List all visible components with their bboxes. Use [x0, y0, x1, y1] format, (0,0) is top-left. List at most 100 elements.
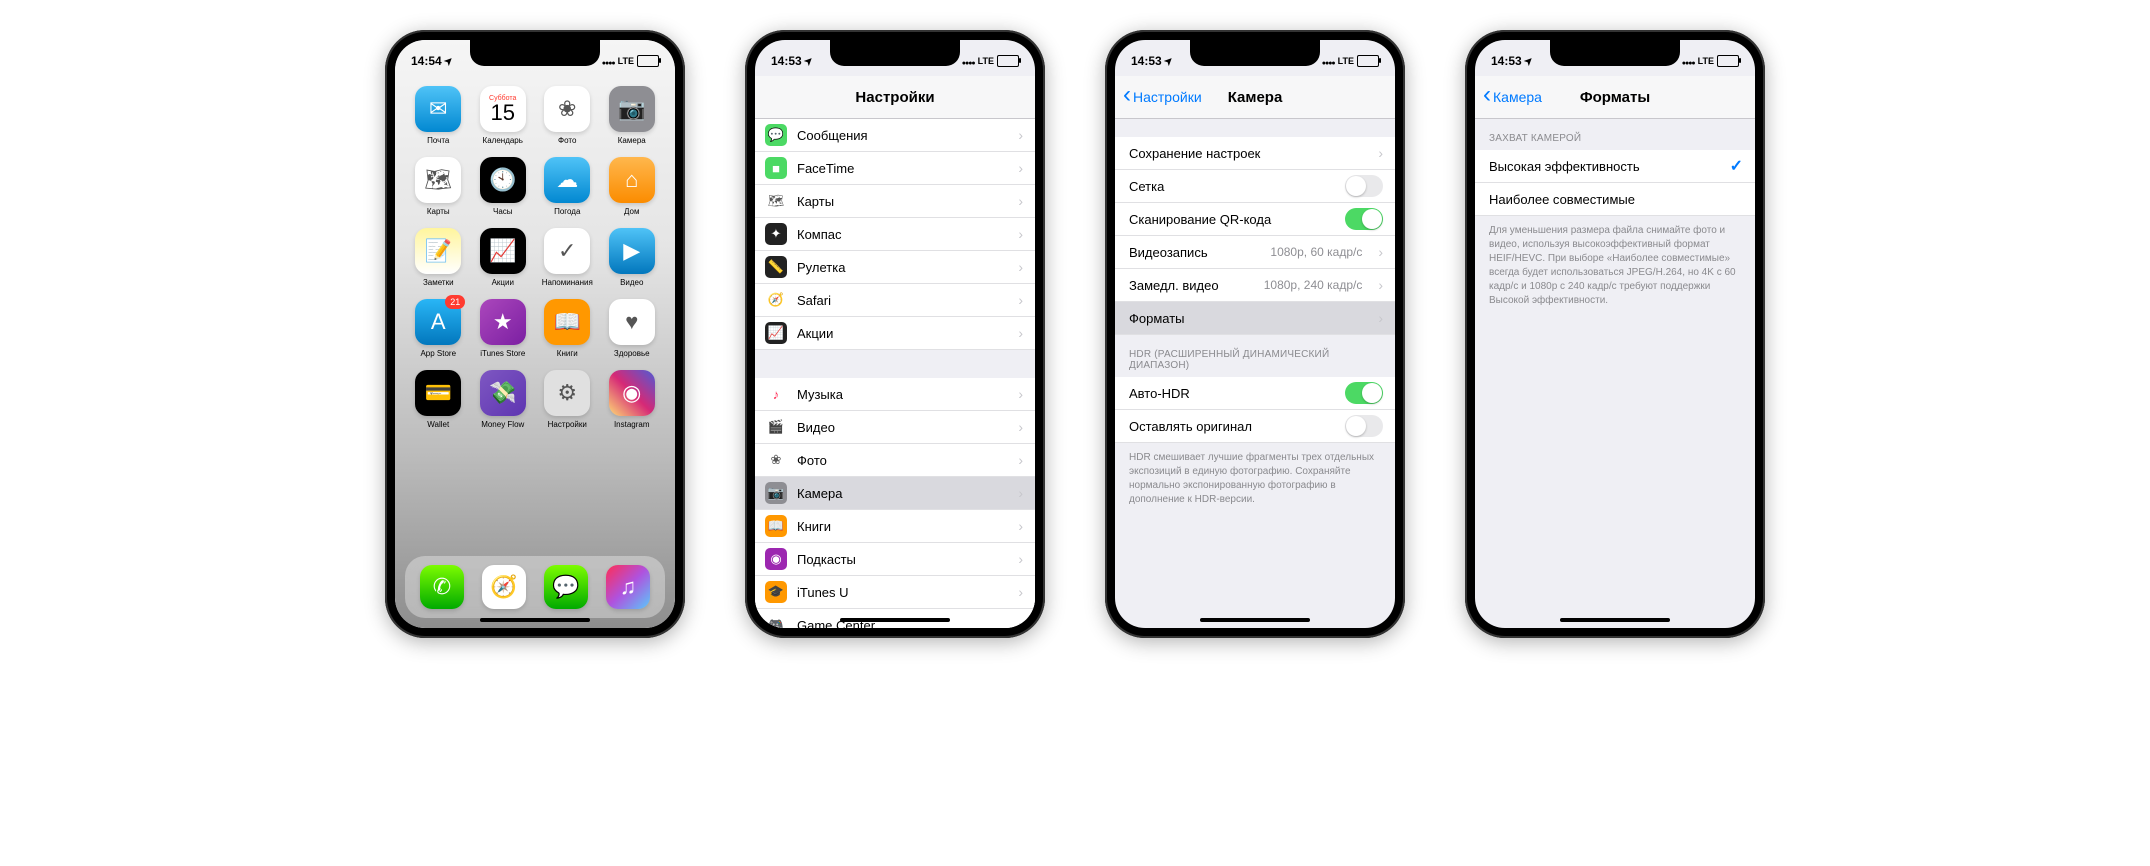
app-icon: 🕙: [480, 157, 526, 203]
settings-row-музыка[interactable]: ♪Музыка: [755, 378, 1035, 411]
camera-row-сохранение-настроек[interactable]: Сохранение настроек: [1115, 137, 1395, 170]
app-label: Акции: [492, 278, 514, 287]
app-погода[interactable]: ☁Погода: [538, 157, 597, 216]
camera-row-оставлять-оригинал[interactable]: Оставлять оригинал: [1115, 410, 1395, 443]
app-label: Дом: [624, 207, 639, 216]
settings-row-акции[interactable]: 📈Акции: [755, 317, 1035, 350]
row-label: Сканирование QR-кода: [1129, 212, 1335, 227]
row-label: Музыка: [797, 387, 1008, 402]
dock-app[interactable]: 🧭: [482, 565, 526, 609]
app-заметки[interactable]: 📝Заметки: [409, 228, 468, 287]
app-напоминания[interactable]: ✓Напоминания: [538, 228, 597, 287]
app-часы[interactable]: 🕙Часы: [474, 157, 533, 216]
back-button[interactable]: Камера: [1483, 89, 1542, 105]
app-label: Money Flow: [481, 420, 524, 429]
check-icon: ✓: [1730, 156, 1743, 176]
camera-row-авто-hdr[interactable]: Авто-HDR: [1115, 377, 1395, 410]
settings-row-сообщения[interactable]: 💬Сообщения: [755, 119, 1035, 152]
app-календарь[interactable]: Суббота15Календарь: [474, 86, 533, 145]
row-label: Форматы: [1129, 311, 1368, 326]
row-label: iTunes U: [797, 585, 1008, 600]
settings-row-компас[interactable]: ✦Компас: [755, 218, 1035, 251]
app-фото[interactable]: ❀Фото: [538, 86, 597, 145]
app-камера[interactable]: 📷Камера: [603, 86, 662, 145]
settings-row-itunes u[interactable]: 🎓 iTunes U: [755, 576, 1035, 609]
dock-app[interactable]: ✆: [420, 565, 464, 609]
settings-row-подкасты[interactable]: ◉Подкасты: [755, 543, 1035, 576]
row-label: Сетка: [1129, 179, 1335, 194]
toggle[interactable]: [1345, 208, 1383, 230]
toggle[interactable]: [1345, 382, 1383, 404]
phone-settings: 14:53➤ LTE Настройки 💬Сообщения■FaceTime…: [745, 30, 1045, 638]
row-icon: 📏: [765, 256, 787, 278]
home-indicator[interactable]: [480, 618, 590, 622]
camera-row-сетка[interactable]: Сетка: [1115, 170, 1395, 203]
row-label: Карты: [797, 194, 1008, 209]
app-книги[interactable]: 📖Книги: [538, 299, 597, 358]
row-label: Видеозапись: [1129, 245, 1260, 260]
home-grid: ✉ПочтаСуббота15Календарь❀Фото📷Камера 🗺Кар…: [395, 76, 675, 429]
home-indicator[interactable]: [1200, 618, 1310, 622]
nav-bar: Камера Форматы: [1475, 76, 1755, 119]
battery-icon: [1717, 55, 1739, 67]
app-icon: 📝: [415, 228, 461, 274]
hdr-list: Авто-HDRОставлять оригинал: [1115, 377, 1395, 443]
chevron-left-icon: [1123, 89, 1131, 105]
app-карты[interactable]: 🗺Карты: [409, 157, 468, 216]
signal-icon: [602, 54, 615, 68]
row-icon: 📖: [765, 515, 787, 537]
app-wallet[interactable]: 💳Wallet: [409, 370, 468, 429]
phone-camera: 14:53➤ LTE Настройки Камера Сохранение н…: [1105, 30, 1405, 638]
camera-row-сканирование-qr-кода[interactable]: Сканирование QR-кода: [1115, 203, 1395, 236]
app-icon: 🗺: [415, 157, 461, 203]
home-indicator[interactable]: [840, 618, 950, 622]
dock-app[interactable]: 💬: [544, 565, 588, 609]
app-здоровье[interactable]: ♥Здоровье: [603, 299, 662, 358]
home-indicator[interactable]: [1560, 618, 1670, 622]
app-дом[interactable]: ⌂Дом: [603, 157, 662, 216]
row-label: Книги: [797, 519, 1008, 534]
format-option-наиболее-совместимые[interactable]: Наиболее совместимые: [1475, 183, 1755, 216]
app-почта[interactable]: ✉Почта: [409, 86, 468, 145]
app-money flow[interactable]: 💸Money Flow: [474, 370, 533, 429]
signal-icon: [962, 54, 975, 68]
chevron-right-icon: [1018, 193, 1023, 209]
app-label: Фото: [558, 136, 576, 145]
camera-row-форматы[interactable]: Форматы: [1115, 302, 1395, 335]
phone-home: 14:54➤ LTE ✉ПочтаСуббота15Календарь❀Фото…: [385, 30, 685, 638]
settings-row-рулетка[interactable]: 📏Рулетка: [755, 251, 1035, 284]
app-itunes store[interactable]: ★iTunes Store: [474, 299, 533, 358]
settings-row-видео[interactable]: 🎬Видео: [755, 411, 1035, 444]
row-detail: 1080p, 240 кадр/с: [1264, 278, 1363, 292]
app-label: Настройки: [548, 420, 587, 429]
toggle[interactable]: [1345, 415, 1383, 437]
app-видео[interactable]: ▶Видео: [603, 228, 662, 287]
settings-row-safari[interactable]: 🧭Safari: [755, 284, 1035, 317]
camera-row-замедл.-видео[interactable]: Замедл. видео1080p, 240 кадр/с: [1115, 269, 1395, 302]
back-button[interactable]: Настройки: [1123, 89, 1202, 105]
settings-row-камера[interactable]: 📷Камера: [755, 477, 1035, 510]
settings-row-книги[interactable]: 📖 Книги: [755, 510, 1035, 543]
format-option-высокая-эффективность[interactable]: Высокая эффективность✓: [1475, 150, 1755, 183]
app-instagram[interactable]: ◉Instagram: [603, 370, 662, 429]
app-icon: 📷: [609, 86, 655, 132]
row-icon: 💬: [765, 124, 787, 146]
settings-row-фото[interactable]: ❀Фото: [755, 444, 1035, 477]
row-icon: 📷: [765, 482, 787, 504]
app-настройки[interactable]: ⚙Настройки: [538, 370, 597, 429]
app-акции[interactable]: 📈 Акции: [474, 228, 533, 287]
dock-app[interactable]: ♫: [606, 565, 650, 609]
settings-row-карты[interactable]: 🗺Карты: [755, 185, 1035, 218]
row-label: Наиболее совместимые: [1489, 192, 1743, 207]
nav-title: Камера: [1228, 89, 1283, 106]
app-icon: Суббота15: [480, 86, 526, 132]
chevron-right-icon: [1018, 518, 1023, 534]
settings-list-1: 💬Сообщения■FaceTime🗺Карты✦Компас📏Рулетка…: [755, 119, 1035, 350]
app-app store[interactable]: A21App Store: [409, 299, 468, 358]
row-icon: 🎓: [765, 581, 787, 603]
app-icon: 📈: [480, 228, 526, 274]
camera-row-видеозапись[interactable]: Видеозапись1080p, 60 кадр/с: [1115, 236, 1395, 269]
settings-row-facetime[interactable]: ■FaceTime: [755, 152, 1035, 185]
toggle[interactable]: [1345, 175, 1383, 197]
app-label: Погода: [554, 207, 580, 216]
